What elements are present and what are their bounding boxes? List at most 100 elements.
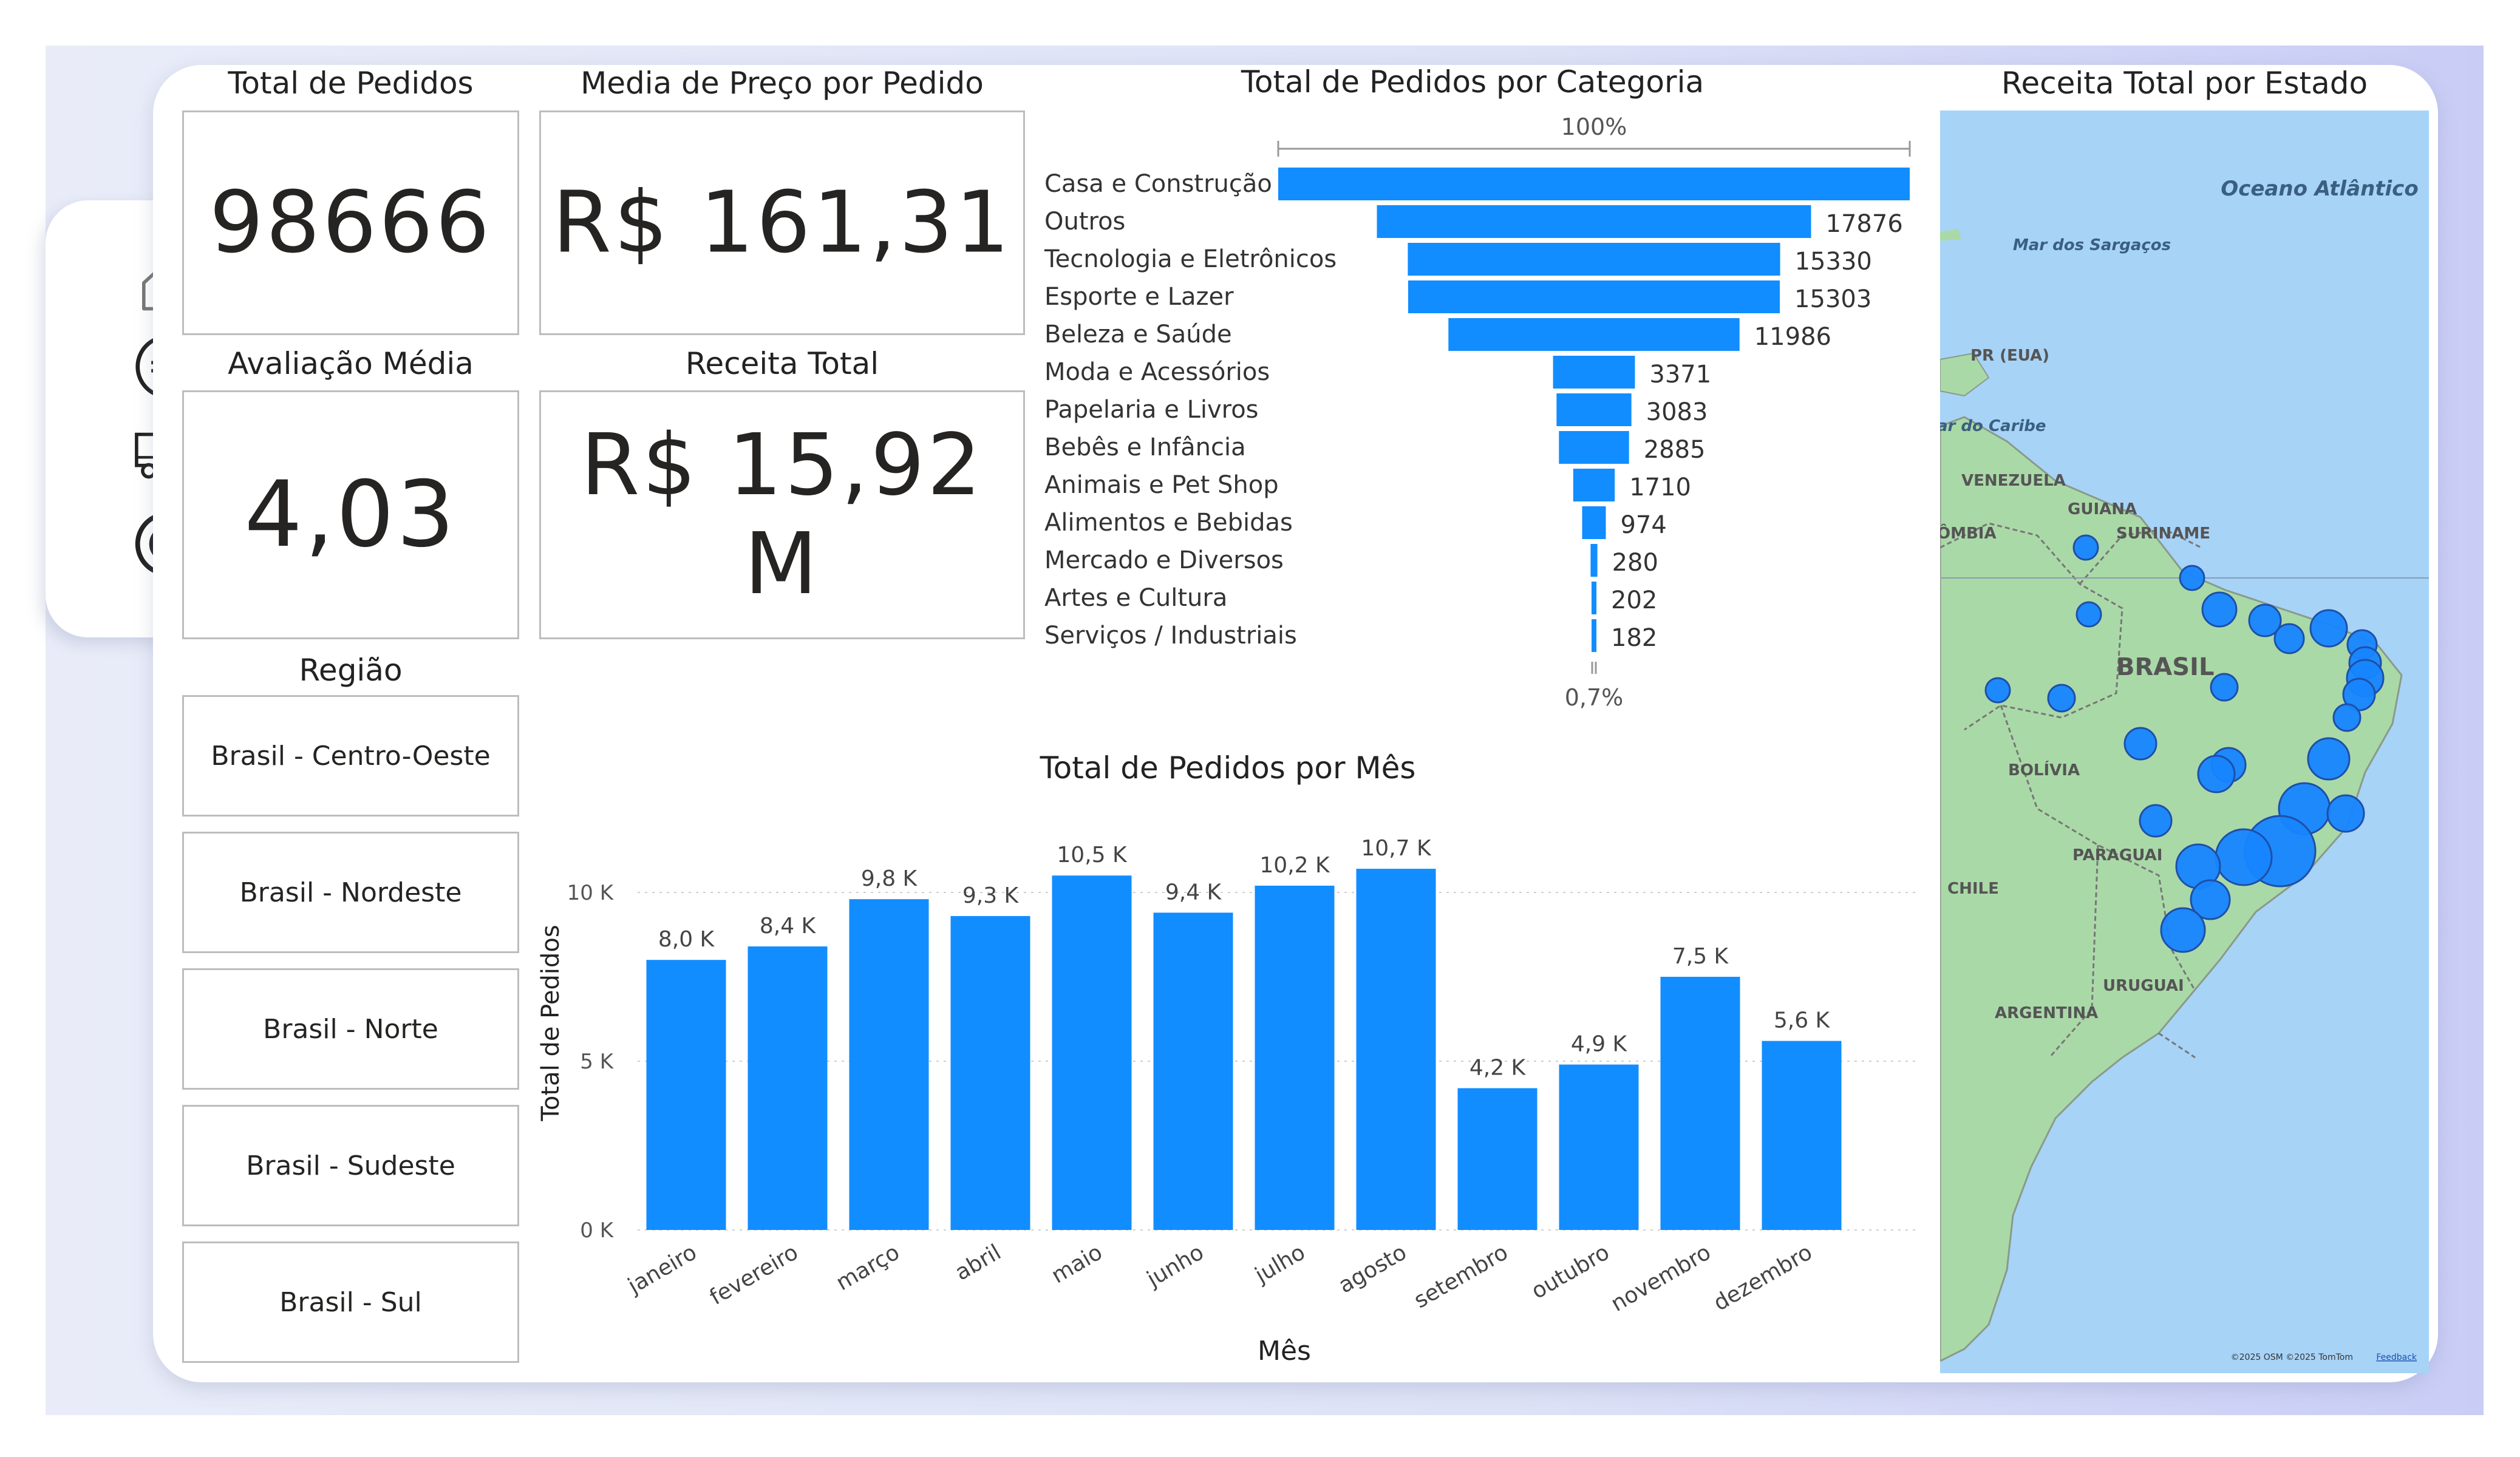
state-bubble[interactable]: [2326, 794, 2365, 833]
state-bubble[interactable]: [2160, 907, 2206, 953]
month-bar[interactable]: [646, 960, 726, 1230]
month-bar[interactable]: [1660, 977, 1740, 1230]
month-bar[interactable]: [849, 899, 929, 1230]
slicer-item-centro-oeste[interactable]: Brasil - Centro-Oeste: [182, 695, 519, 817]
funnel-category-label: Bebês e Infância: [1044, 433, 1246, 461]
month-bar[interactable]: [1559, 1064, 1639, 1230]
state-bubble[interactable]: [2179, 565, 2205, 591]
map-label-sargacos: Mar dos Sargaços: [2013, 236, 2171, 254]
state-revenue-map[interactable]: Oceano Atlântico Mar dos Sargaços ar do …: [1940, 110, 2429, 1373]
month-value-label: 10,5 K: [1057, 843, 1128, 868]
funnel-bar[interactable]: [1591, 582, 1597, 614]
funnel-category-label: Serviços / Industriais: [1044, 622, 1297, 650]
state-bubble[interactable]: [2139, 804, 2173, 838]
funnel-category-label: Animais e Pet Shop: [1044, 471, 1279, 499]
funnel-category-label: Beleza e Saúde: [1044, 321, 1232, 348]
month-value-label: 4,2 K: [1469, 1055, 1527, 1080]
funnel-bar[interactable]: [1592, 619, 1596, 652]
kpi-card-receita[interactable]: R$ 15,92 M: [539, 390, 1025, 639]
state-bubble[interactable]: [1984, 677, 2011, 704]
state-bubble[interactable]: [2309, 609, 2348, 648]
funnel-bar[interactable]: [1573, 469, 1615, 501]
funnel-bar[interactable]: [1559, 431, 1629, 464]
funnel-bar[interactable]: [1448, 318, 1740, 351]
month-bar[interactable]: [1762, 1041, 1842, 1230]
map-label-argentina: ARGENTINA: [1995, 1004, 2098, 1022]
map-title: Receita Total por Estado: [2001, 66, 2368, 101]
slicer-item-sudeste[interactable]: Brasil - Sudeste: [182, 1105, 519, 1226]
map-label-pr: PR (EUA): [1970, 347, 2049, 365]
funnel-bar[interactable]: [1582, 506, 1606, 539]
state-bubble[interactable]: [2307, 737, 2351, 781]
month-bar[interactable]: [1153, 912, 1233, 1230]
kpi-value-media-preco: R$ 161,31: [552, 173, 1012, 273]
month-bar[interactable]: [747, 946, 828, 1230]
funnel-value-label: 974: [1620, 511, 1666, 539]
month-value-label: 7,5 K: [1672, 944, 1729, 969]
funnel-category-label: Alimentos e Bebidas: [1044, 509, 1293, 537]
y-tick-label: 5 K: [580, 1050, 614, 1074]
kpi-card-total-pedidos[interactable]: 98666: [182, 110, 519, 335]
state-bubble[interactable]: [2210, 673, 2239, 702]
category-funnel-chart[interactable]: Total de Pedidos por Categoria 100% Casa…: [1026, 61, 1925, 728]
map-label-chile: CHILE: [1947, 880, 1999, 898]
funnel-value-label: 2885: [1644, 436, 1706, 464]
map-label-colombia: ÔMBIA: [1940, 523, 1997, 543]
funnel-bottom-bracket: [1591, 662, 1597, 674]
month-bar[interactable]: [1255, 885, 1335, 1230]
funnel-top-label: 100%: [1561, 114, 1627, 140]
map-label-brasil: BRASIL: [2116, 653, 2214, 681]
funnel-category-label: Outros: [1044, 208, 1125, 236]
y-tick-label: 10 K: [567, 881, 615, 905]
map-label-paraguai: PARAGUAI: [2072, 846, 2162, 864]
month-bar[interactable]: [1052, 875, 1132, 1230]
funnel-bar[interactable]: [1556, 393, 1632, 426]
month-bar[interactable]: [1356, 869, 1436, 1230]
month-bar[interactable]: [1457, 1088, 1538, 1230]
map-attribution: ©2025 OSM ©2025 TomTom: [2231, 1353, 2353, 1362]
months-title: Total de Pedidos por Mês: [1040, 750, 1416, 786]
month-tick-label: novembro: [1607, 1240, 1715, 1317]
month-tick-label: junho: [1142, 1240, 1208, 1292]
kpi-title-receita: Receita Total: [685, 346, 879, 381]
map-feedback-link[interactable]: Feedback: [2376, 1353, 2417, 1362]
state-bubble[interactable]: [2123, 727, 2157, 761]
kpi-card-avaliacao[interactable]: 4,03: [182, 390, 519, 639]
month-value-label: 8,0 K: [658, 927, 715, 952]
funnel-bar[interactable]: [1377, 205, 1811, 238]
state-bubble[interactable]: [2076, 601, 2102, 628]
funnel-bar[interactable]: [1553, 356, 1635, 389]
state-bubble[interactable]: [2072, 534, 2099, 561]
month-value-label: 9,8 K: [861, 866, 918, 891]
state-bubble[interactable]: [2197, 755, 2236, 793]
month-tick-label: janeiro: [624, 1240, 701, 1299]
month-value-label: 5,6 K: [1774, 1008, 1831, 1033]
month-tick-label: setembro: [1410, 1240, 1513, 1313]
state-bubble[interactable]: [2332, 703, 2362, 732]
kpi-title-avaliacao: Avaliação Média: [228, 346, 474, 381]
state-bubble[interactable]: [2201, 591, 2238, 628]
month-tick-label: maio: [1047, 1240, 1107, 1288]
slicer-item-nordeste[interactable]: Brasil - Nordeste: [182, 832, 519, 953]
funnel-bottom-label: 0,7%: [1565, 684, 1624, 711]
months-ylabel: Total de Pedidos: [537, 925, 565, 1121]
funnel-value-label: 280: [1612, 549, 1658, 577]
month-bar[interactable]: [950, 915, 1030, 1230]
kpi-card-media-preco[interactable]: R$ 161,31: [539, 110, 1025, 335]
slicer-item-norte[interactable]: Brasil - Norte: [182, 968, 519, 1090]
funnel-category-label: Esporte e Lazer: [1044, 283, 1234, 311]
funnel-value-label: 3371: [1649, 361, 1711, 389]
funnel-bar[interactable]: [1590, 544, 1598, 577]
state-bubble[interactable]: [2215, 828, 2273, 886]
slicer-item-sul[interactable]: Brasil - Sul: [182, 1241, 519, 1363]
funnel-value-label: 15330: [1795, 248, 1872, 276]
funnel-bar[interactable]: [1408, 243, 1780, 276]
state-bubble[interactable]: [2047, 684, 2076, 713]
funnel-bar[interactable]: [1278, 168, 1910, 200]
monthly-bar-chart[interactable]: Total de Pedidos por Mês Total de Pedido…: [522, 728, 1931, 1384]
month-value-label: 10,7 K: [1361, 836, 1432, 861]
month-value-label: 10,2 K: [1259, 853, 1330, 878]
funnel-bar[interactable]: [1408, 280, 1780, 313]
state-bubble[interactable]: [2273, 623, 2305, 654]
funnel-category-label: Tecnologia e Eletrônicos: [1044, 245, 1337, 273]
